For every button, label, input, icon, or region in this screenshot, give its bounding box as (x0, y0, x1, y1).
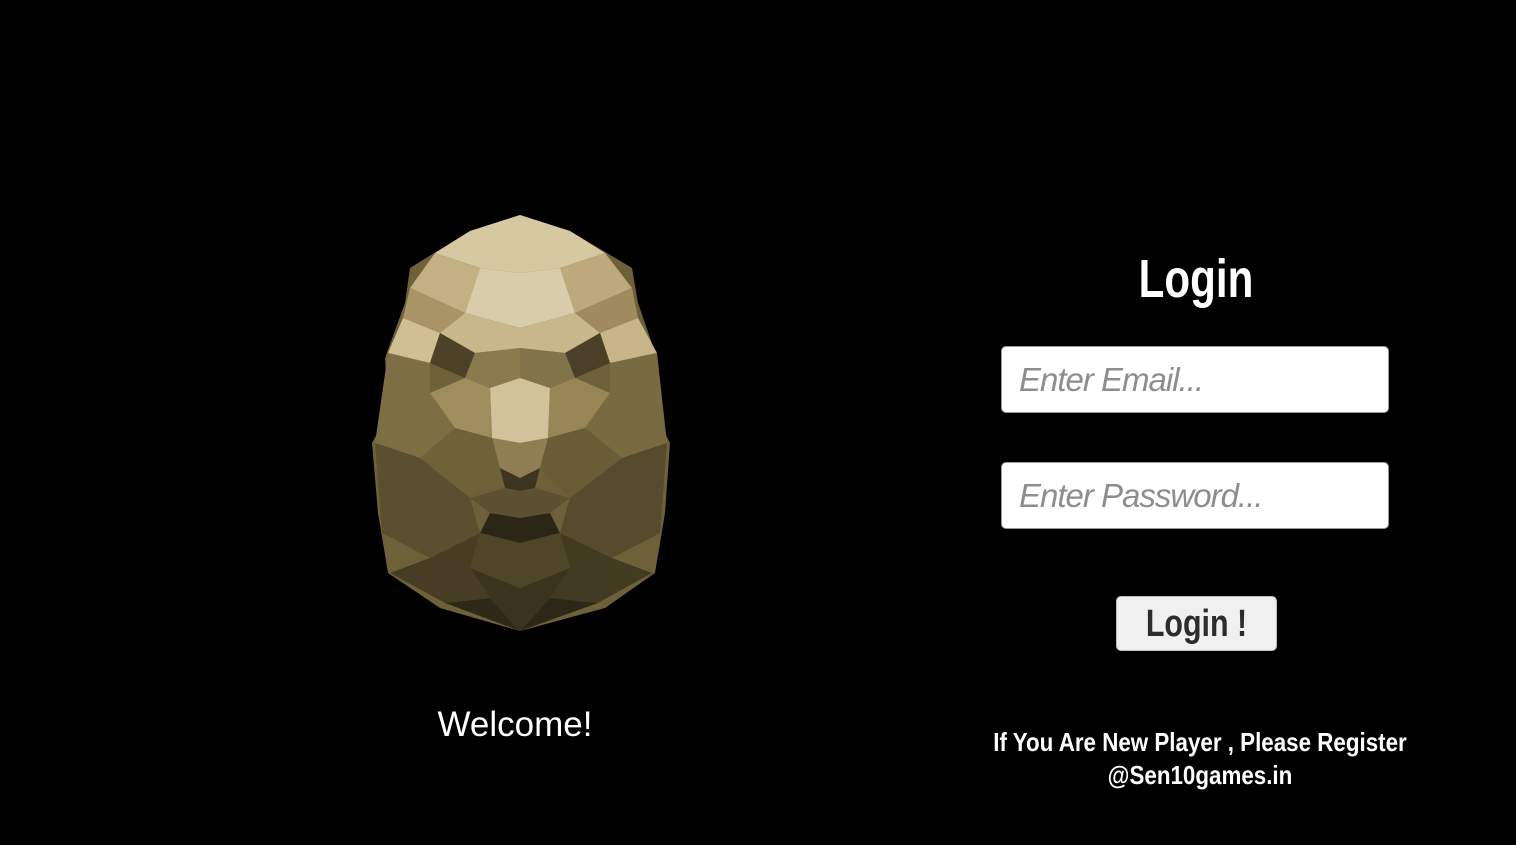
login-screen: Welcome! Login Login ! If You Are New Pl… (0, 0, 1516, 845)
login-title: Login (1138, 249, 1254, 309)
lion-head-icon (372, 215, 670, 631)
password-field[interactable] (1001, 462, 1389, 529)
register-notice: If You Are New Player , Please Register … (985, 726, 1415, 792)
register-handle: @Sen10games.in (1107, 760, 1293, 790)
register-text: If You Are New Player , Please Register (993, 727, 1407, 757)
login-button-label: Login ! (1145, 603, 1248, 645)
login-button[interactable]: Login ! (1116, 596, 1277, 651)
email-field[interactable] (1001, 346, 1389, 413)
welcome-message: Welcome! (437, 705, 593, 744)
